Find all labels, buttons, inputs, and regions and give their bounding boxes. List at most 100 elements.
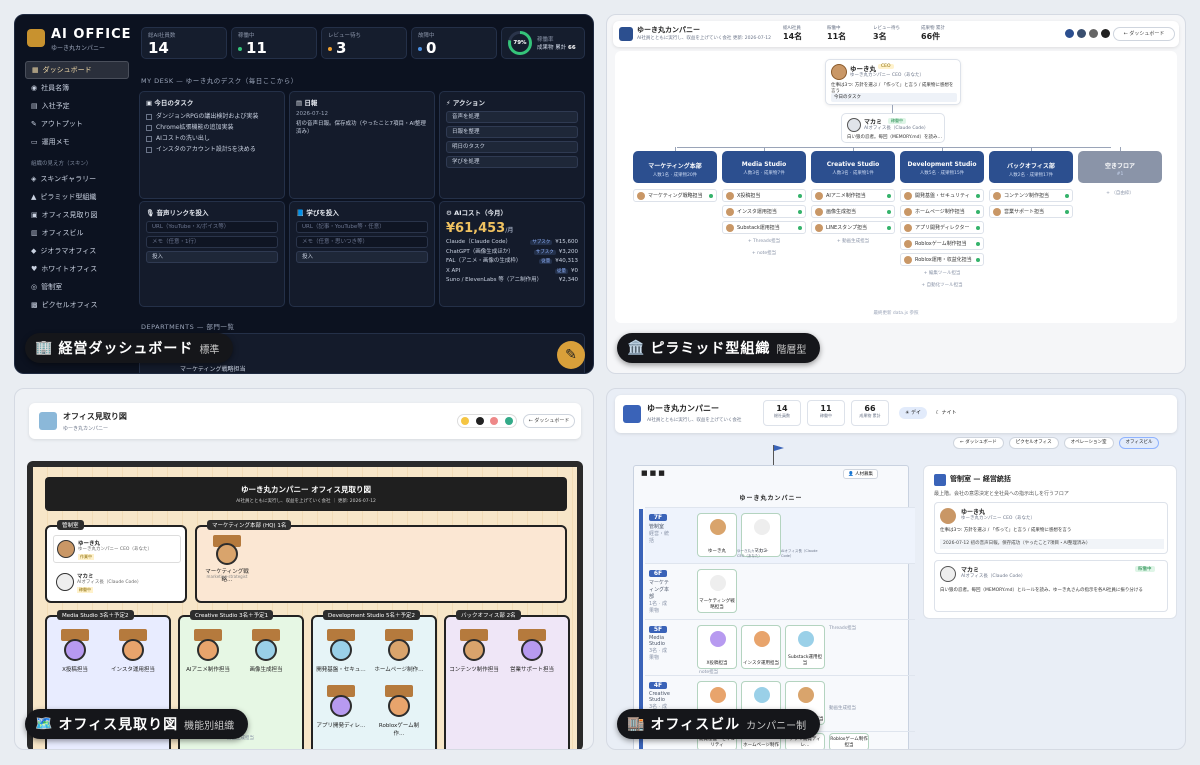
employee-card[interactable]: インスタ運用担当 bbox=[741, 625, 781, 669]
sidebar-skin-gallery[interactable]: ◈ スキンギャラリー bbox=[25, 170, 129, 188]
mic-button[interactable]: ✎ bbox=[557, 341, 585, 369]
open-slot[interactable]: note担当 bbox=[699, 669, 718, 675]
member-avatar[interactable] bbox=[330, 695, 352, 717]
planned-slot[interactable]: + 編集ツール担当 bbox=[900, 270, 984, 279]
member-card[interactable]: AIアニメ制作担当 bbox=[811, 189, 895, 202]
planned-slot[interactable]: + Threads担当 bbox=[722, 238, 806, 247]
employee-card[interactable]: Substack運用担当 bbox=[785, 625, 825, 669]
sun-icon[interactable] bbox=[461, 417, 470, 425]
voice-submit-button[interactable]: 投入 bbox=[146, 251, 278, 263]
employee-card[interactable]: マーケティング戦略担当 bbox=[697, 569, 737, 613]
recruit-button[interactable]: 👤 人材募集 bbox=[843, 469, 879, 479]
pink-theme-icon[interactable] bbox=[490, 417, 499, 425]
sidebar-item-output[interactable]: ✎ アウトプット bbox=[25, 115, 129, 133]
checkbox[interactable] bbox=[146, 135, 152, 142]
learn-url-input[interactable]: URL（記事・YouTube等・任意） bbox=[296, 221, 428, 233]
room-control[interactable]: 管制室 ゆーき丸 ゆーき丸カンパニー CEO（あなた） 作業中 マカミ AIオフ… bbox=[45, 520, 187, 603]
checkbox[interactable] bbox=[146, 146, 152, 153]
open-slot[interactable]: 動画生成担当 bbox=[829, 705, 856, 711]
member-avatar[interactable] bbox=[64, 639, 86, 661]
floorplan-panel[interactable]: オフィス見取り図 ゆーき丸カンパニー ← ダッシュボード ゆーき丸カンパニー オ… bbox=[14, 388, 594, 750]
member-card[interactable]: 画像生成担当 bbox=[811, 205, 895, 218]
member-card[interactable]: マーケティング戦略担当 bbox=[633, 189, 717, 202]
member-avatar[interactable] bbox=[197, 639, 219, 661]
dept-header[interactable]: 空きフロア #1 bbox=[1078, 151, 1162, 183]
skin-dot-icon[interactable] bbox=[1089, 29, 1098, 38]
floor-row[interactable]: 6F マーケティング本部 1名 · 成果物 bbox=[645, 563, 915, 619]
nav-dashboard[interactable]: ← ダッシュボード bbox=[953, 437, 1004, 449]
planned-slot[interactable]: + note担当 bbox=[722, 250, 806, 259]
member-card[interactable]: アプリ開発ディレクター bbox=[900, 221, 984, 234]
task-item[interactable]: Chrome拡張機能の追加実装 bbox=[146, 122, 278, 133]
sidebar-skin-building[interactable]: ▥ オフィスビル bbox=[25, 224, 129, 242]
member-card[interactable]: X投稿担当 bbox=[722, 189, 806, 202]
member-card[interactable]: Roblox運用・収益化担当 bbox=[900, 253, 984, 266]
member-avatar[interactable] bbox=[388, 695, 410, 717]
sidebar-item-memo[interactable]: ▭ 運用メモ bbox=[25, 133, 129, 151]
dept-row[interactable]: マーケティング戦略担当 bbox=[180, 364, 246, 373]
member-avatar[interactable] bbox=[463, 639, 485, 661]
skin-dot-icon[interactable] bbox=[1065, 29, 1074, 38]
open-slot[interactable]: Threads担当 bbox=[829, 625, 856, 631]
voice-url-input[interactable]: URL（YouTube・X/ボイス等） bbox=[146, 221, 278, 233]
sidebar-skin-control[interactable]: ◎ 管制室 bbox=[25, 278, 129, 296]
member-card[interactable]: Robloxゲーム制作担当 bbox=[900, 237, 984, 250]
planned-slot[interactable]: + 自動化ツール担当 bbox=[900, 282, 984, 291]
member-card[interactable]: Substack運用担当 bbox=[722, 221, 806, 234]
voice-memo-input[interactable]: メモ（任意・1行） bbox=[146, 236, 278, 248]
back-to-dashboard-button[interactable]: ← ダッシュボード bbox=[523, 414, 575, 428]
nav-pixel[interactable]: ピクセルオフィス bbox=[1008, 437, 1059, 449]
nav-building[interactable]: オフィスビル bbox=[1118, 437, 1160, 449]
green-theme-icon[interactable] bbox=[504, 417, 513, 425]
room-studio[interactable]: バックオフィス部 2名 コンテンツ制作担当 営業サポート担当 bbox=[444, 610, 570, 749]
member-avatar[interactable] bbox=[122, 639, 144, 661]
sidebar-skin-floorplan[interactable]: ▣ オフィス見取り図 bbox=[25, 206, 129, 224]
member-card[interactable]: LINEスタンプ担当 bbox=[811, 221, 895, 234]
dept-header[interactable]: Development Studio 人数5名 · 成果物15件 bbox=[900, 151, 984, 183]
sidebar-skin-diorama[interactable]: ◆ ジオラマオフィス bbox=[25, 242, 129, 260]
ceo-card[interactable]: ゆーき丸 CEO ゆーき丸カンパニー CEO（あなた） 仕事は3つ: 方針を選ぶ… bbox=[825, 59, 961, 105]
room-marketing[interactable]: マーケティング本部 (HQ) 1名 マーケティング戦略… marketing-s… bbox=[195, 520, 567, 603]
dept-header[interactable]: バックオフィス部 人数2名 · 成果物17件 bbox=[989, 151, 1073, 183]
action-voice-button[interactable]: 音声を処理 bbox=[446, 111, 578, 123]
member-card[interactable]: コンテンツ制作担当 bbox=[989, 189, 1073, 202]
panel-card-ceo[interactable]: ゆーき丸 ゆーき丸カンパニー CEO（あなた） 仕事は3つ: 方針を選ぶ / 「… bbox=[934, 502, 1168, 554]
employee-card[interactable]: X投稿担当 bbox=[697, 625, 737, 669]
sidebar-skin-pyramid[interactable]: ▲ ピラミッド型組織 bbox=[25, 188, 129, 206]
member-avatar[interactable] bbox=[521, 639, 543, 661]
planned-slot[interactable]: + （自由枠） bbox=[1078, 190, 1162, 199]
task-item[interactable]: AIコストの洗い出し bbox=[146, 133, 278, 144]
moon-icon[interactable] bbox=[475, 417, 484, 425]
person-card-exec[interactable]: マカミ AIオフィス長（Claude Code） 稼働中 bbox=[53, 569, 181, 597]
nav-operation[interactable]: オペレーション室 bbox=[1063, 437, 1114, 449]
back-to-dashboard-button[interactable]: ← ダッシュボード bbox=[1113, 27, 1175, 41]
dept-header[interactable]: マーケティング本部 人数1名 · 成果物20件 bbox=[633, 151, 717, 183]
action-diary-button[interactable]: 日報を整理 bbox=[446, 126, 578, 138]
dept-header[interactable]: Media Studio 人数3名 · 成果物7件 bbox=[722, 151, 806, 183]
checkbox[interactable] bbox=[146, 113, 152, 120]
member-avatar[interactable] bbox=[255, 639, 277, 661]
learn-submit-button[interactable]: 投入 bbox=[296, 251, 428, 263]
employee-card[interactable]: ゆーき丸 bbox=[697, 513, 737, 557]
sidebar-item-joining[interactable]: ▤ 入社予定 bbox=[25, 97, 129, 115]
sidebar-skin-pixel[interactable]: ▩ ピクセルオフィス bbox=[25, 296, 129, 314]
action-tomorrow-button[interactable]: 明日のタスク bbox=[446, 141, 578, 153]
employee-card[interactable]: Robloxゲーム制作担当 bbox=[829, 733, 869, 749]
member-card[interactable]: ホームページ制作担当 bbox=[900, 205, 984, 218]
action-learn-button[interactable]: 学びを処理 bbox=[446, 156, 578, 168]
room-studio[interactable]: Development Studio 5名＋予定2 開発基盤・セキュ… ホームページ… bbox=[311, 610, 437, 749]
ceo-task-row[interactable]: 今日のタスク bbox=[831, 93, 957, 102]
sidebar-item-roster[interactable]: ◉ 社員名簿 bbox=[25, 79, 129, 97]
building-panel[interactable]: ゆーき丸カンパニー AI社員とともに実行し、収益を上げていく会社 14 総社員数 … bbox=[606, 388, 1186, 750]
night-toggle[interactable]: ☾ ナイト bbox=[931, 407, 961, 419]
task-item[interactable]: インスタのアカウント設計5を決める bbox=[146, 144, 278, 155]
dept-header[interactable]: Creative Studio 人数3名 · 成果物1件 bbox=[811, 151, 895, 183]
member-avatar[interactable] bbox=[388, 639, 410, 661]
member-avatar[interactable] bbox=[216, 543, 238, 565]
learn-memo-input[interactable]: メモ（任意・思いつき等） bbox=[296, 236, 428, 248]
sidebar-item-dashboard[interactable]: ▦ ダッシュボード bbox=[25, 61, 129, 79]
exec-card[interactable]: マカミ 稼働中 AIオフィス長（Claude Code） 白い狼の忍者。毎回（M… bbox=[841, 113, 945, 143]
member-card[interactable]: 開発基盤・セキュリティ bbox=[900, 189, 984, 202]
checkbox[interactable] bbox=[146, 124, 152, 131]
planned-slot[interactable]: + 動画生成担当 bbox=[811, 238, 895, 247]
